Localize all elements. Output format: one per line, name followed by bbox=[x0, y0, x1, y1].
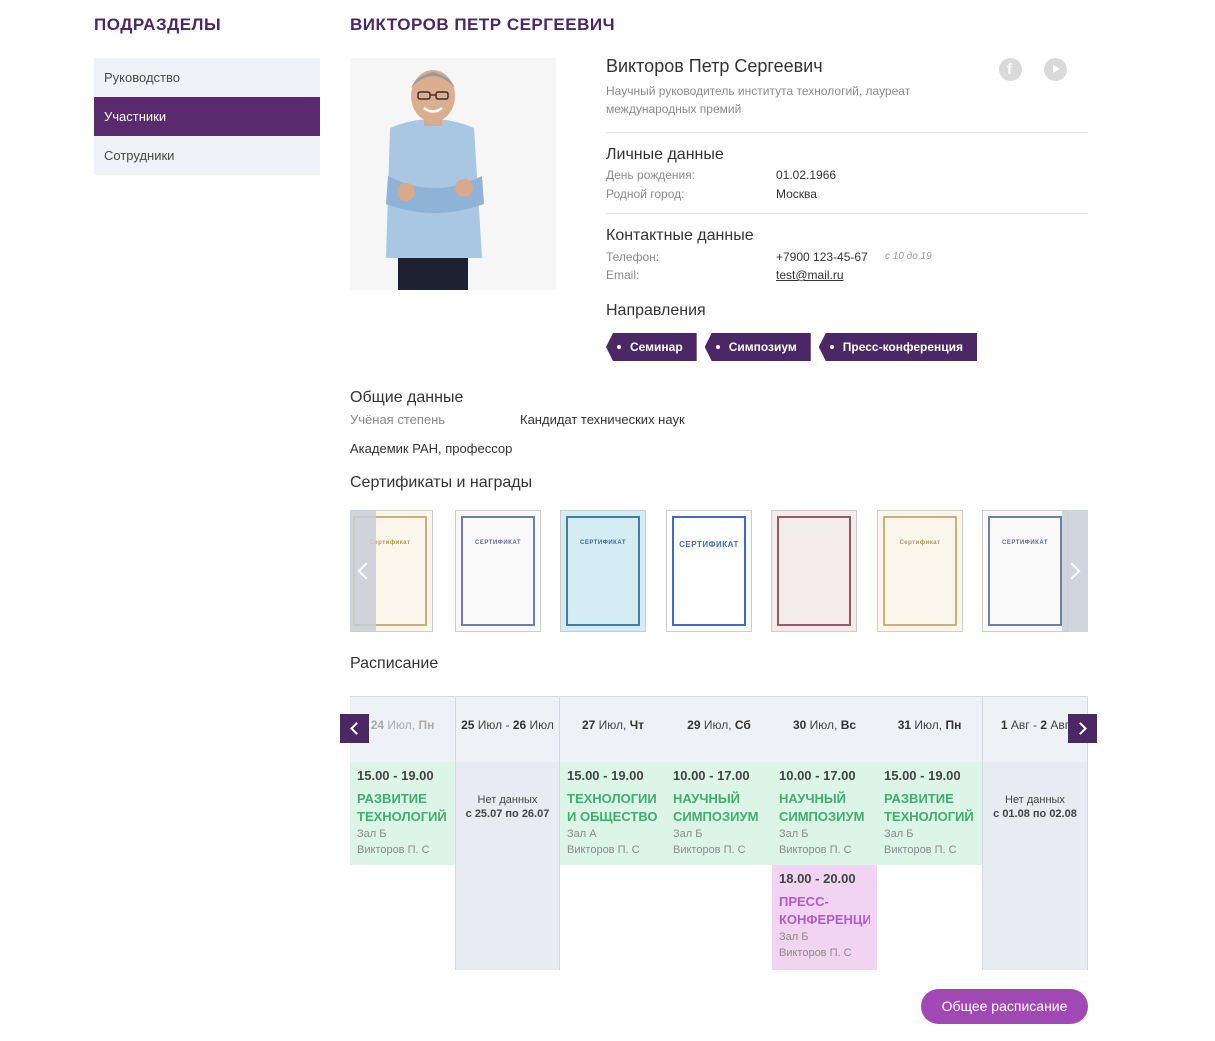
day-header: 31 Июл, Пн bbox=[877, 697, 982, 762]
day-header: 30 Июл, Вс bbox=[772, 697, 877, 762]
divider bbox=[606, 213, 1088, 214]
divider bbox=[606, 132, 1088, 133]
general-data-heading: Общие данные bbox=[350, 389, 464, 406]
email-link[interactable]: test@mail.ru bbox=[776, 268, 844, 282]
schedule-day: 25 Июл - 26 Июл Нет данных с 25.07 по 26… bbox=[455, 697, 560, 970]
certificate-thumb[interactable]: СЕРТИФИКАТ bbox=[560, 510, 646, 632]
sidebar-item-participants[interactable]: Участники bbox=[94, 97, 320, 136]
tag-seminar[interactable]: Семинар bbox=[606, 333, 697, 361]
direction-tags: Семинар Симпозиум Пресс-конференция bbox=[606, 333, 978, 361]
certificates-heading: Сертификаты и награды bbox=[350, 474, 533, 491]
certificates-next-button[interactable] bbox=[1062, 510, 1088, 632]
person-photo bbox=[350, 58, 556, 290]
schedule-day: 29 Июл, Сб 10.00 - 17.00 НАУЧНЫЙ СИМПОЗИУ… bbox=[666, 697, 772, 970]
sidebar-title: ПОДРАЗДЕЛЫ bbox=[94, 15, 222, 34]
certificates-carousel: Сертификат СЕРТИФИКАТ СЕРТИФИКАТ СЕРТИФИ… bbox=[350, 510, 1088, 632]
birthday-label: День рождения: bbox=[606, 168, 696, 182]
tag-symposium[interactable]: Симпозиум bbox=[704, 333, 811, 361]
youtube-icon[interactable] bbox=[1044, 58, 1067, 81]
no-data-note: Нет данных с 01.08 по 02.08 bbox=[993, 794, 1077, 820]
phone-hours-note: с 10 до 19 bbox=[885, 251, 932, 262]
schedule-event[interactable]: 15.00 - 19.00 ТЕХНОЛОГИИ И ОБЩЕСТВО Зал А… bbox=[560, 762, 666, 865]
contacts-heading: Контактные данные bbox=[606, 227, 754, 244]
schedule-day: 30 Июл, Вс 10.00 - 17.00 НАУЧНЫЙ СИМПОЗИУ… bbox=[772, 697, 877, 970]
schedule-event[interactable]: 15.00 - 19.00 РАЗВИТИЕ ТЕХНОЛОГИЙ Зал Б В… bbox=[350, 762, 455, 865]
certificate-thumb[interactable]: Сертификат bbox=[877, 510, 963, 632]
academic-titles: Академик РАН, профессор bbox=[350, 441, 513, 456]
schedule-event[interactable]: 10.00 - 17.00 НАУЧНЫЙ СИМПОЗИУМ Зал Б Вик… bbox=[666, 762, 772, 865]
degree-label: Учёная степень bbox=[350, 412, 446, 427]
schedule-grid: 24 Июл, Пн 15.00 - 19.00 РАЗВИТИЕ ТЕХНОЛО… bbox=[350, 696, 1088, 970]
directions-heading: Направления bbox=[606, 302, 706, 319]
schedule-heading: Расписание bbox=[350, 655, 439, 672]
schedule-event[interactable]: 10.00 - 17.00 НАУЧНЫЙ СИМПОЗИУМ Зал Б Вик… bbox=[772, 762, 877, 865]
profile-header: Викторов Петр Сергеевич Научный руководи… bbox=[606, 56, 1088, 118]
tag-press-conference[interactable]: Пресс-конференция bbox=[818, 333, 978, 361]
sidebar: Руководство Участники Сотрудники bbox=[94, 58, 320, 175]
certificate-thumb[interactable] bbox=[771, 510, 857, 632]
all-schedule-button[interactable]: Общее расписание bbox=[921, 989, 1088, 1024]
chevron-right-icon bbox=[1074, 722, 1087, 735]
degree-value: Кандидат технических наук bbox=[520, 412, 685, 427]
sidebar-item-employees[interactable]: Сотрудники bbox=[94, 136, 320, 175]
chevron-left-icon bbox=[357, 562, 375, 580]
no-data-note: Нет данных с 25.07 по 26.07 bbox=[465, 794, 550, 820]
hometown-label: Родной город: bbox=[606, 187, 685, 201]
email-label: Email: bbox=[606, 268, 640, 282]
hometown-value: Москва bbox=[776, 187, 817, 201]
schedule-day: 27 Июл, Чт 15.00 - 19.00 ТЕХНОЛОГИИ И ОБЩ… bbox=[560, 697, 666, 970]
phone-label: Телефон: bbox=[606, 250, 660, 264]
birthday-value: 01.02.1966 bbox=[776, 168, 837, 182]
schedule-day: 31 Июл, Пн 15.00 - 19.00 РАЗВИТИЕ ТЕХНОЛО… bbox=[877, 697, 982, 970]
social-links bbox=[999, 58, 1067, 81]
day-header: 27 Июл, Чт bbox=[560, 697, 666, 762]
certificate-thumb[interactable]: СЕРТИФИКАТ bbox=[455, 510, 541, 632]
certificates-prev-button[interactable] bbox=[350, 510, 376, 632]
day-header: 29 Июл, Сб bbox=[666, 697, 772, 762]
personal-data-heading: Личные данные bbox=[606, 146, 724, 163]
chevron-left-icon bbox=[350, 722, 363, 735]
phone-value[interactable]: +7900 123-45-67 bbox=[776, 250, 868, 264]
certificate-thumb[interactable]: СЕРТИФИКАТ bbox=[666, 510, 752, 632]
day-header: 25 Июл - 26 Июл bbox=[456, 697, 559, 762]
schedule-prev-button[interactable] bbox=[340, 714, 369, 743]
schedule-next-button[interactable] bbox=[1068, 714, 1097, 743]
schedule-event[interactable]: 15.00 - 19.00 РАЗВИТИЕ ТЕХНОЛОГИЙ Зал Б В… bbox=[877, 762, 982, 865]
page-title: ВИКТОРОВ ПЕТР СЕРГЕЕВИЧ bbox=[350, 15, 616, 34]
schedule-event[interactable]: 18.00 - 20.00 ПРЕСС-КОНФЕРЕНЦИЯ Зал Б Ви… bbox=[772, 865, 877, 970]
chevron-right-icon bbox=[1063, 562, 1081, 580]
person-description: Научный руководитель института технологи… bbox=[606, 84, 911, 116]
certificate-thumb[interactable]: СЕРТИФИКАТ bbox=[982, 510, 1068, 632]
facebook-icon[interactable] bbox=[999, 58, 1022, 81]
sidebar-item-management[interactable]: Руководство bbox=[94, 58, 320, 97]
